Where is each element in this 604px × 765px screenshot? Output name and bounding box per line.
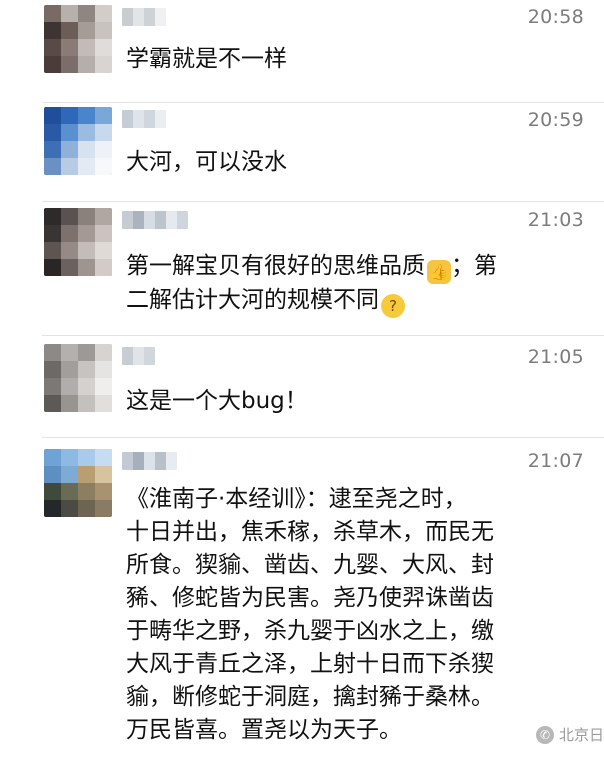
sender-name-blurred[interactable] <box>122 347 155 365</box>
chat-message: 20:59 大河，可以没水 <box>0 103 604 202</box>
message-timestamp: 21:05 <box>527 346 584 368</box>
thinking-face-emoji-icon: ? <box>381 294 405 318</box>
message-text[interactable]: 学霸就是不一样 <box>126 43 287 76</box>
message-line: 大河，可以没水 <box>126 149 287 175</box>
watermark: ✆ 北京日 <box>535 724 604 745</box>
avatar[interactable] <box>44 344 112 412</box>
message-line-segment: 第一解宝贝有很好的思维品质 <box>126 253 425 279</box>
sender-name-blurred[interactable] <box>122 8 166 26</box>
chat-message: 21:03 第一解宝贝有很好的思维品质 👍 ；第 二解估计大河的规模不同? <box>0 202 604 336</box>
sender-name-blurred[interactable] <box>122 452 177 470</box>
message-text[interactable]: 《淮南子·本经训》：逮至尧之时， 十日并出，焦禾稼，杀草木，而民无 所食。猰貐、… <box>126 483 494 747</box>
message-timestamp: 21:03 <box>527 209 584 231</box>
message-line-segment: 二解估计大河的规模不同 <box>126 287 379 313</box>
avatar[interactable] <box>44 107 112 175</box>
message-timestamp: 21:07 <box>527 450 584 472</box>
message-text[interactable]: 大河，可以没水 <box>126 146 287 179</box>
message-line: 大风于青丘之泽，上射十日而下杀猰 <box>126 651 494 677</box>
message-line: 所食。猰貐、凿齿、九婴、大风、封 <box>126 552 494 578</box>
message-text[interactable]: 第一解宝贝有很好的思维品质 👍 ；第 二解估计大河的规模不同? <box>126 250 497 318</box>
chat-message: 20:58 学霸就是不一样 <box>0 0 604 103</box>
wechat-logo-icon: ✆ <box>535 725 554 744</box>
message-line-segment: ；第 <box>451 253 497 279</box>
message-line: 《淮南子·本经训》：逮至尧之时， <box>126 486 467 512</box>
avatar[interactable] <box>44 5 112 73</box>
message-timestamp: 20:59 <box>527 109 584 131</box>
message-line: 貐，断修蛇于洞庭，擒封豨于桑林。 <box>126 684 494 710</box>
chat-message: 21:07 《淮南子·本经训》：逮至尧之时， 十日并出，焦禾稼，杀草木，而民无 … <box>0 438 604 765</box>
avatar[interactable] <box>44 208 112 276</box>
message-text[interactable]: 这是一个大bug！ <box>126 385 308 418</box>
message-line: 万民皆喜。置尧以为天子。 <box>126 717 402 743</box>
message-line: 十日并出，焦禾稼，杀草木，而民无 <box>126 519 494 545</box>
sender-name-blurred[interactable] <box>122 211 188 229</box>
watermark-text: 北京日 <box>558 726 604 744</box>
chat-message-list: 20:58 学霸就是不一样 20:59 大河，可以没水 21:03 第一解宝贝有… <box>0 0 604 765</box>
message-line: 二解估计大河的规模不同? <box>126 284 497 318</box>
message-line: 第一解宝贝有很好的思维品质 👍 ；第 <box>126 250 497 284</box>
message-line: 豨、修蛇皆为民害。尧乃使羿诛凿齿 <box>126 585 494 611</box>
message-line: 学霸就是不一样 <box>126 46 287 72</box>
chat-message: 21:05 这是一个大bug！ <box>0 336 604 438</box>
avatar[interactable] <box>44 449 112 517</box>
sender-name-blurred[interactable] <box>122 110 166 128</box>
message-line: 这是一个大bug！ <box>126 388 308 414</box>
message-timestamp: 20:58 <box>527 6 584 28</box>
thumbs-up-emoji-icon: 👍 <box>427 260 451 284</box>
message-line: 于畴华之野，杀九婴于凶水之上，缴 <box>126 618 494 644</box>
